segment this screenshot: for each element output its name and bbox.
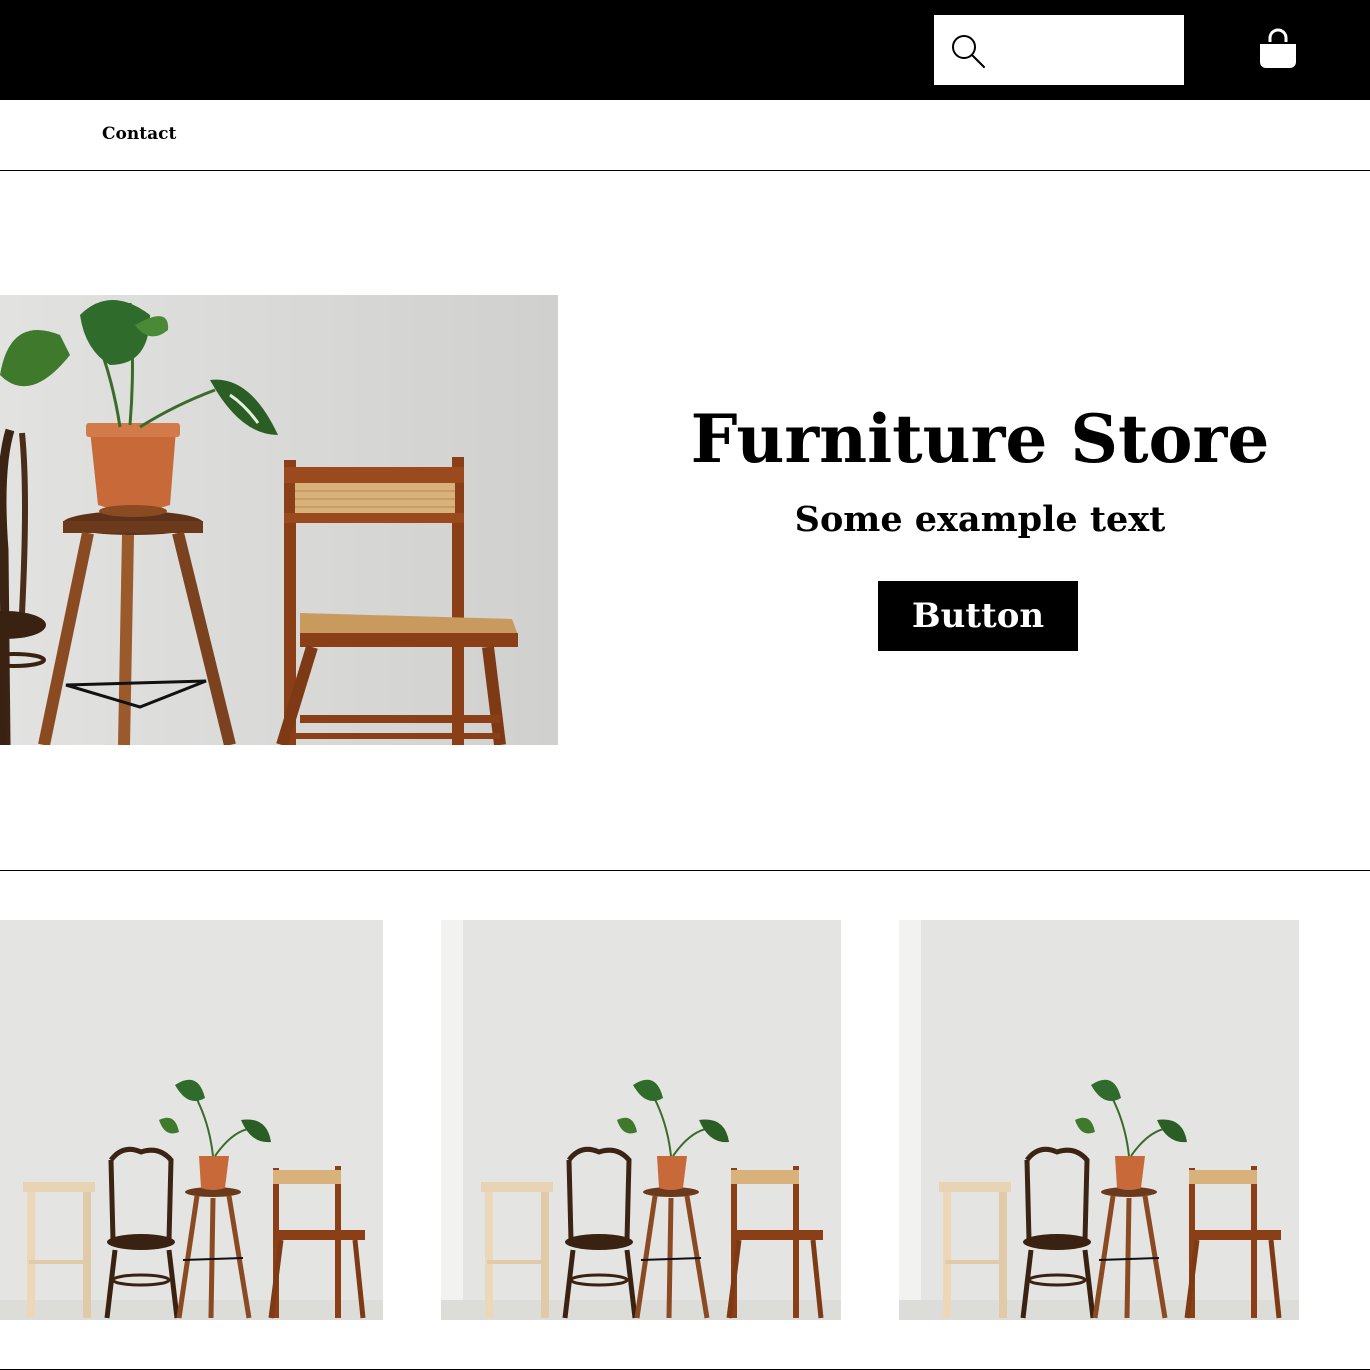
hero-image [0, 295, 558, 745]
hero-subtitle: Some example text [794, 499, 1166, 540]
product-card[interactable] [441, 920, 841, 1320]
product-card[interactable] [899, 920, 1299, 1320]
hero-cta-button[interactable]: Button [878, 581, 1078, 651]
nav-link-contact[interactable]: Contact [102, 124, 176, 144]
hero-title: Furniture Store [690, 400, 1270, 478]
shopping-bag-icon[interactable] [1256, 28, 1300, 72]
top-bar [0, 0, 1370, 100]
nav-bar: Contact [0, 100, 1370, 171]
search-box[interactable] [934, 15, 1184, 85]
product-card[interactable] [0, 920, 383, 1320]
search-icon[interactable] [948, 31, 988, 71]
hero-section: Furniture Store Some example text Button [0, 171, 1370, 871]
product-grid [0, 871, 1370, 1370]
search-input[interactable] [994, 25, 1174, 75]
